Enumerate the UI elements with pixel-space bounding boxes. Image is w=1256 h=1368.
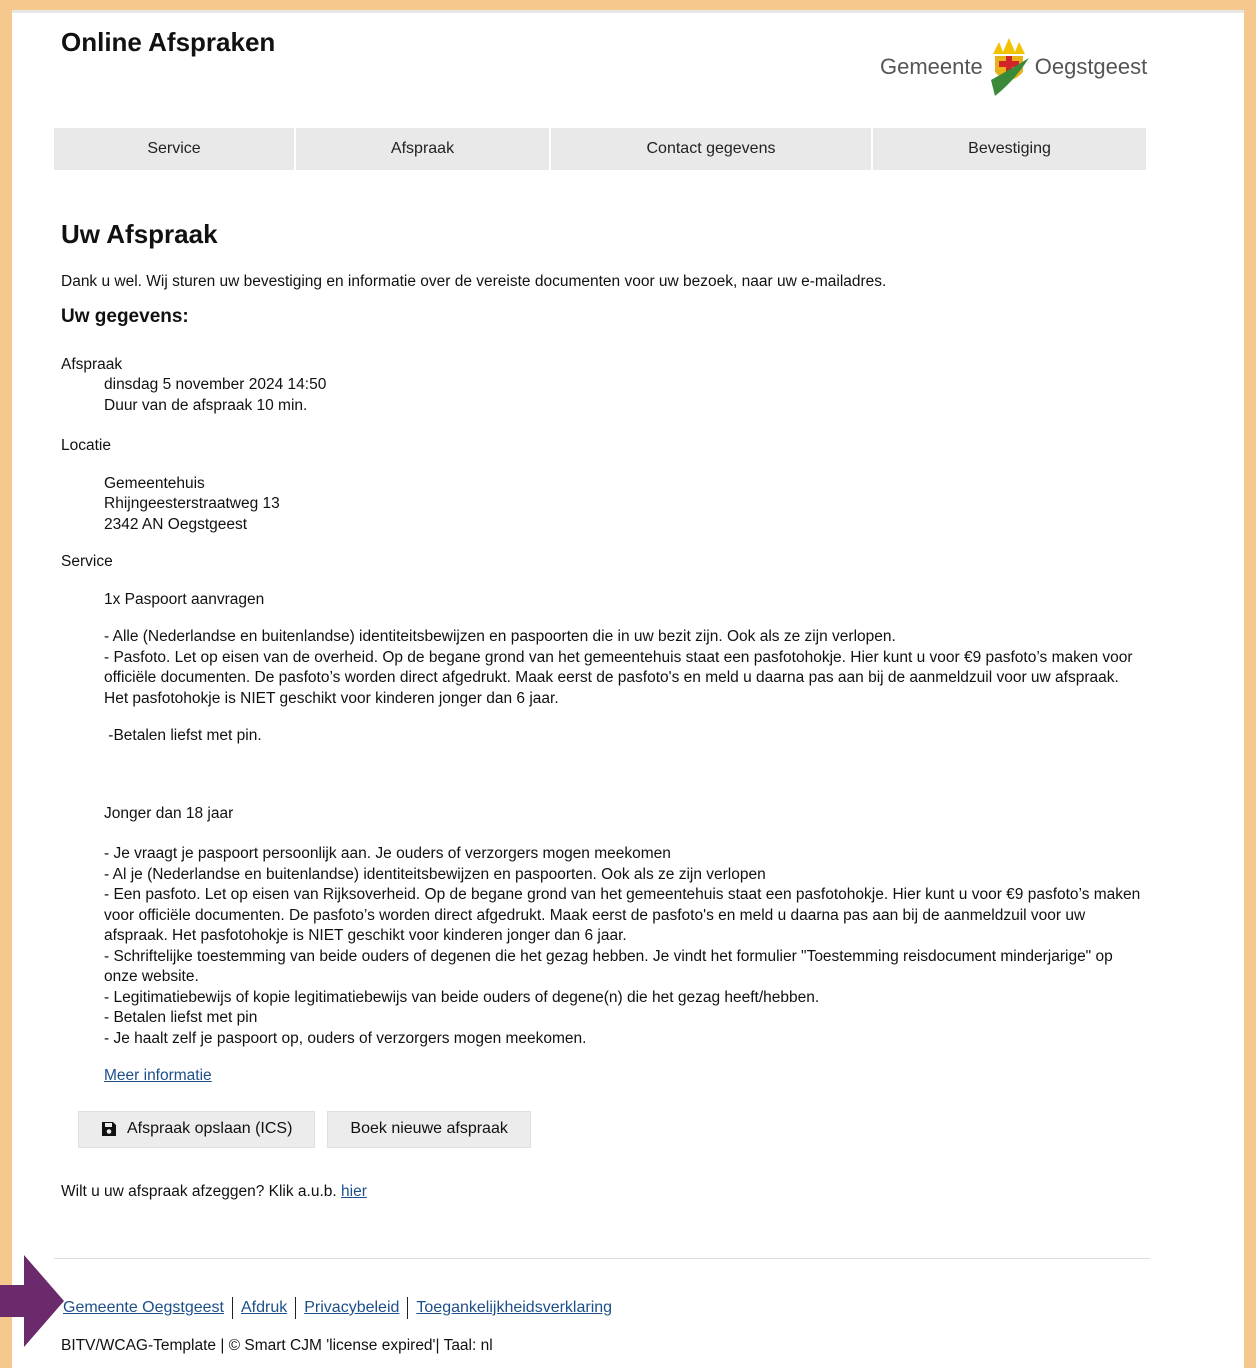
location-city: 2342 AN Oegstgeest [104, 515, 248, 533]
step-contact-gegevens[interactable]: Contact gegevens [551, 128, 871, 170]
page-heading: Uw Afspraak [61, 219, 218, 249]
new-appointment-button[interactable]: Boek nieuwe afspraak [327, 1110, 531, 1148]
minor-heading: Jonger dan 18 jaar [104, 804, 234, 822]
municipality-logo[interactable]: Gemeente Oegstgeest [880, 35, 1147, 99]
appointment-date: dinsdag 5 november 2024 14:50 [104, 376, 327, 393]
action-buttons: Afspraak opslaan (ICS) Boek nieuwe afspr… [78, 1110, 1141, 1148]
footer-separator [295, 1297, 297, 1319]
cancel-line: Wilt u uw afspraak afzeggen? Klik a.u.b.… [61, 1182, 1141, 1203]
header: Online Afspraken Gemeente Oegstgeest [12, 13, 1244, 113]
logo-emblem-icon [990, 38, 1029, 96]
service-requirements: - Alle (Nederlandse en buitenlandse) ide… [104, 628, 1133, 707]
service-label: Service [61, 553, 113, 570]
intro-text: Dank u wel. Wij sturen uw bevestiging en… [61, 273, 887, 290]
appointment-label: Afspraak [61, 355, 123, 373]
logo-word-right: Oegstgeest [1034, 54, 1148, 79]
location-street: Rhijngeesterstraatweg 13 [104, 495, 280, 512]
payment-note: -Betalen liefst met pin. [104, 727, 262, 744]
save-ics-label: Afspraak opslaan (ICS) [127, 1120, 293, 1137]
floppy-disk-icon [102, 1122, 116, 1136]
save-ics-button[interactable]: Afspraak opslaan (ICS) [78, 1110, 316, 1148]
footer-separator [407, 1297, 409, 1319]
footer-link-accessibility[interactable]: Toegankelijkheidsverklaring [416, 1299, 612, 1317]
page: Online Afspraken Gemeente Oegstgeest Ser… [12, 10, 1244, 1368]
appointment-duration: Duur van de afspraak 10 min. [104, 396, 308, 414]
step-bevestiging[interactable]: Bevestiging [873, 128, 1146, 170]
more-info-link[interactable]: Meer informatie [104, 1067, 212, 1084]
step-afspraak[interactable]: Afspraak [296, 128, 549, 170]
service-name: 1x Paspoort aanvragen [104, 590, 265, 608]
footer-link-privacy[interactable]: Privacybeleid [304, 1299, 399, 1317]
footer-link-gemeente[interactable]: Gemeente Oegstgeest [63, 1299, 224, 1317]
footer-links: Gemeente Oegstgeest Afdruk Privacybeleid… [63, 1297, 612, 1319]
footer-meta: BITV/WCAG-Template | © Smart CJM 'licens… [61, 1337, 493, 1354]
progress-steps: Service Afspraak Contact gegevens Bevest… [54, 128, 1148, 170]
arrow-right-icon [0, 1255, 64, 1347]
cancel-text: Wilt u uw afspraak afzeggen? Klik a.u.b. [61, 1182, 337, 1200]
details-heading: Uw gegevens: [61, 305, 189, 327]
cancel-link[interactable]: hier [341, 1183, 367, 1200]
footer-separator [231, 1297, 233, 1319]
minor-requirements: - Je vraagt je paspoort persoonlijk aan.… [104, 845, 1141, 1047]
main-content: Uw Afspraak Dank u wel. Wij sturen uw be… [61, 218, 1141, 1202]
footer-link-afdruk[interactable]: Afdruk [241, 1299, 287, 1317]
footer-divider [54, 1258, 1150, 1259]
logo-word-left: Gemeente [880, 54, 983, 79]
app-title: Online Afspraken [61, 27, 276, 57]
location-name: Gemeentehuis [104, 474, 205, 492]
location-label: Locatie [61, 437, 111, 454]
step-service[interactable]: Service [54, 128, 294, 170]
